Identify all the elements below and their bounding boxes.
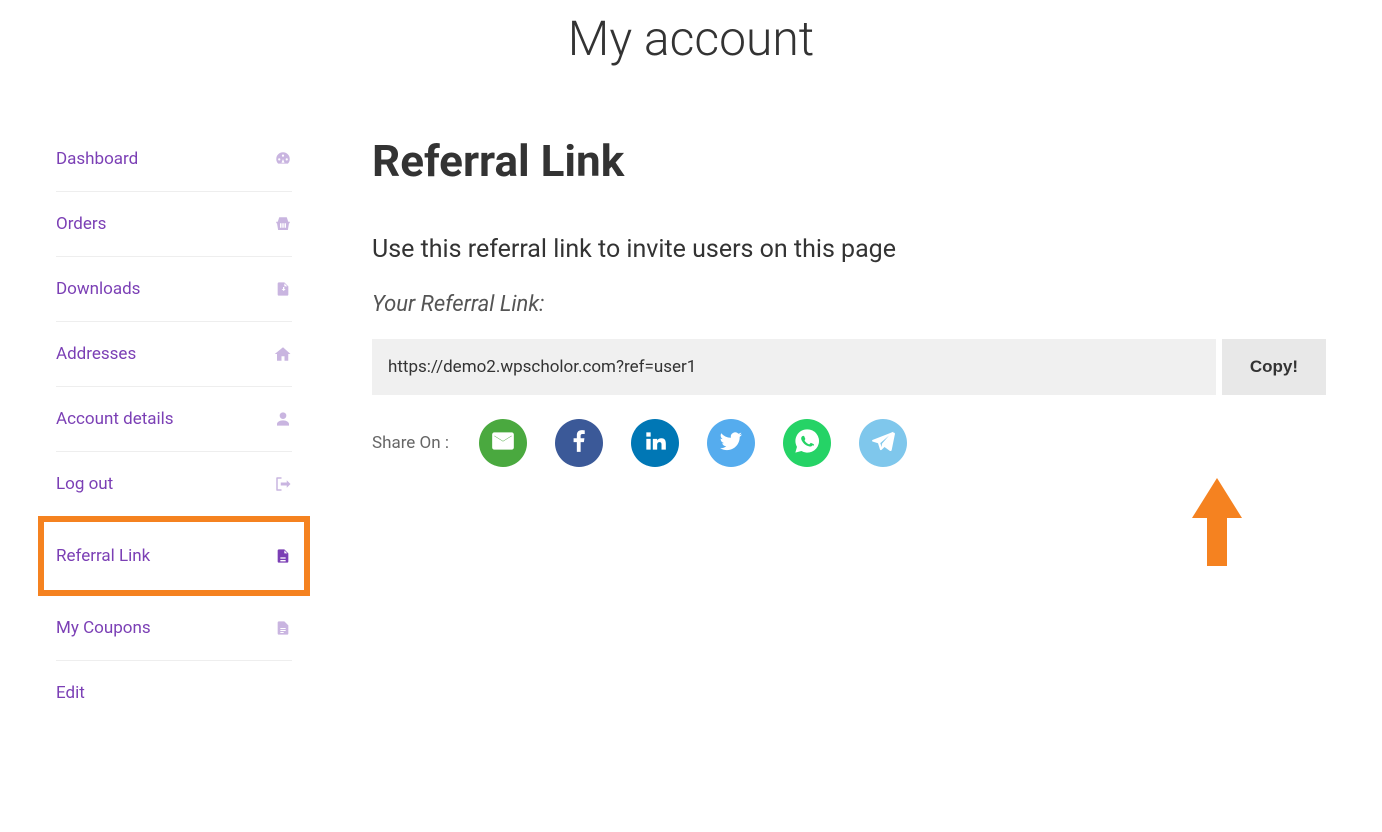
file-download-icon — [274, 280, 292, 298]
coupon-icon — [274, 619, 292, 637]
share-linkedin-button[interactable] — [631, 419, 679, 467]
whatsapp-icon — [793, 427, 821, 459]
referral-link-input[interactable] — [372, 339, 1216, 395]
main-content: Referral Link Use this referral link to … — [372, 127, 1326, 725]
telegram-icon — [870, 428, 896, 458]
copy-button[interactable]: Copy! — [1222, 339, 1326, 395]
linkedin-icon — [642, 428, 668, 458]
sidebar-item-referral-link[interactable]: Referral Link — [56, 522, 292, 590]
document-icon — [274, 547, 292, 565]
sidebar-item-label: Log out — [56, 474, 113, 494]
gauge-icon — [274, 150, 292, 168]
sidebar-item-downloads[interactable]: Downloads — [56, 256, 292, 321]
sidebar-item-label: Orders — [56, 214, 106, 234]
share-twitter-button[interactable] — [707, 419, 755, 467]
share-email-button[interactable] — [479, 419, 527, 467]
referral-link-label: Your Referral Link: — [372, 292, 1326, 317]
sidebar-item-label: Account details — [56, 409, 174, 429]
share-telegram-button[interactable] — [859, 419, 907, 467]
facebook-icon — [566, 428, 592, 458]
basket-icon — [274, 215, 292, 233]
share-whatsapp-button[interactable] — [783, 419, 831, 467]
sidebar-item-label: Dashboard — [56, 149, 138, 169]
sidebar-item-label: Addresses — [56, 344, 136, 364]
sidebar-item-label: Referral Link — [56, 546, 150, 566]
sidebar-item-label: My Coupons — [56, 618, 151, 638]
sidebar-item-orders[interactable]: Orders — [56, 191, 292, 256]
user-icon — [274, 410, 292, 428]
main-heading: Referral Link — [372, 135, 1326, 187]
share-on-label: Share On : — [372, 433, 449, 453]
home-icon — [274, 345, 292, 363]
page-title: My account — [0, 0, 1382, 127]
sidebar-item-account-details[interactable]: Account details — [56, 386, 292, 451]
twitter-icon — [718, 428, 744, 458]
sidebar-item-edit[interactable]: Edit — [56, 660, 292, 725]
sidebar-item-addresses[interactable]: Addresses — [56, 321, 292, 386]
sidebar: Dashboard Orders Downloads Addresses Acc… — [56, 127, 292, 725]
sidebar-item-label: Edit — [56, 683, 85, 703]
signout-icon — [274, 475, 292, 493]
sidebar-item-logout[interactable]: Log out — [56, 451, 292, 516]
arrow-annotation — [1192, 478, 1242, 570]
sidebar-item-my-coupons[interactable]: My Coupons — [56, 596, 292, 660]
sidebar-item-dashboard[interactable]: Dashboard — [56, 127, 292, 191]
main-subheading: Use this referral link to invite users o… — [372, 235, 1326, 264]
email-icon — [490, 428, 516, 458]
share-facebook-button[interactable] — [555, 419, 603, 467]
sidebar-item-label: Downloads — [56, 279, 140, 299]
sidebar-highlight-annotation: Referral Link — [38, 516, 310, 596]
